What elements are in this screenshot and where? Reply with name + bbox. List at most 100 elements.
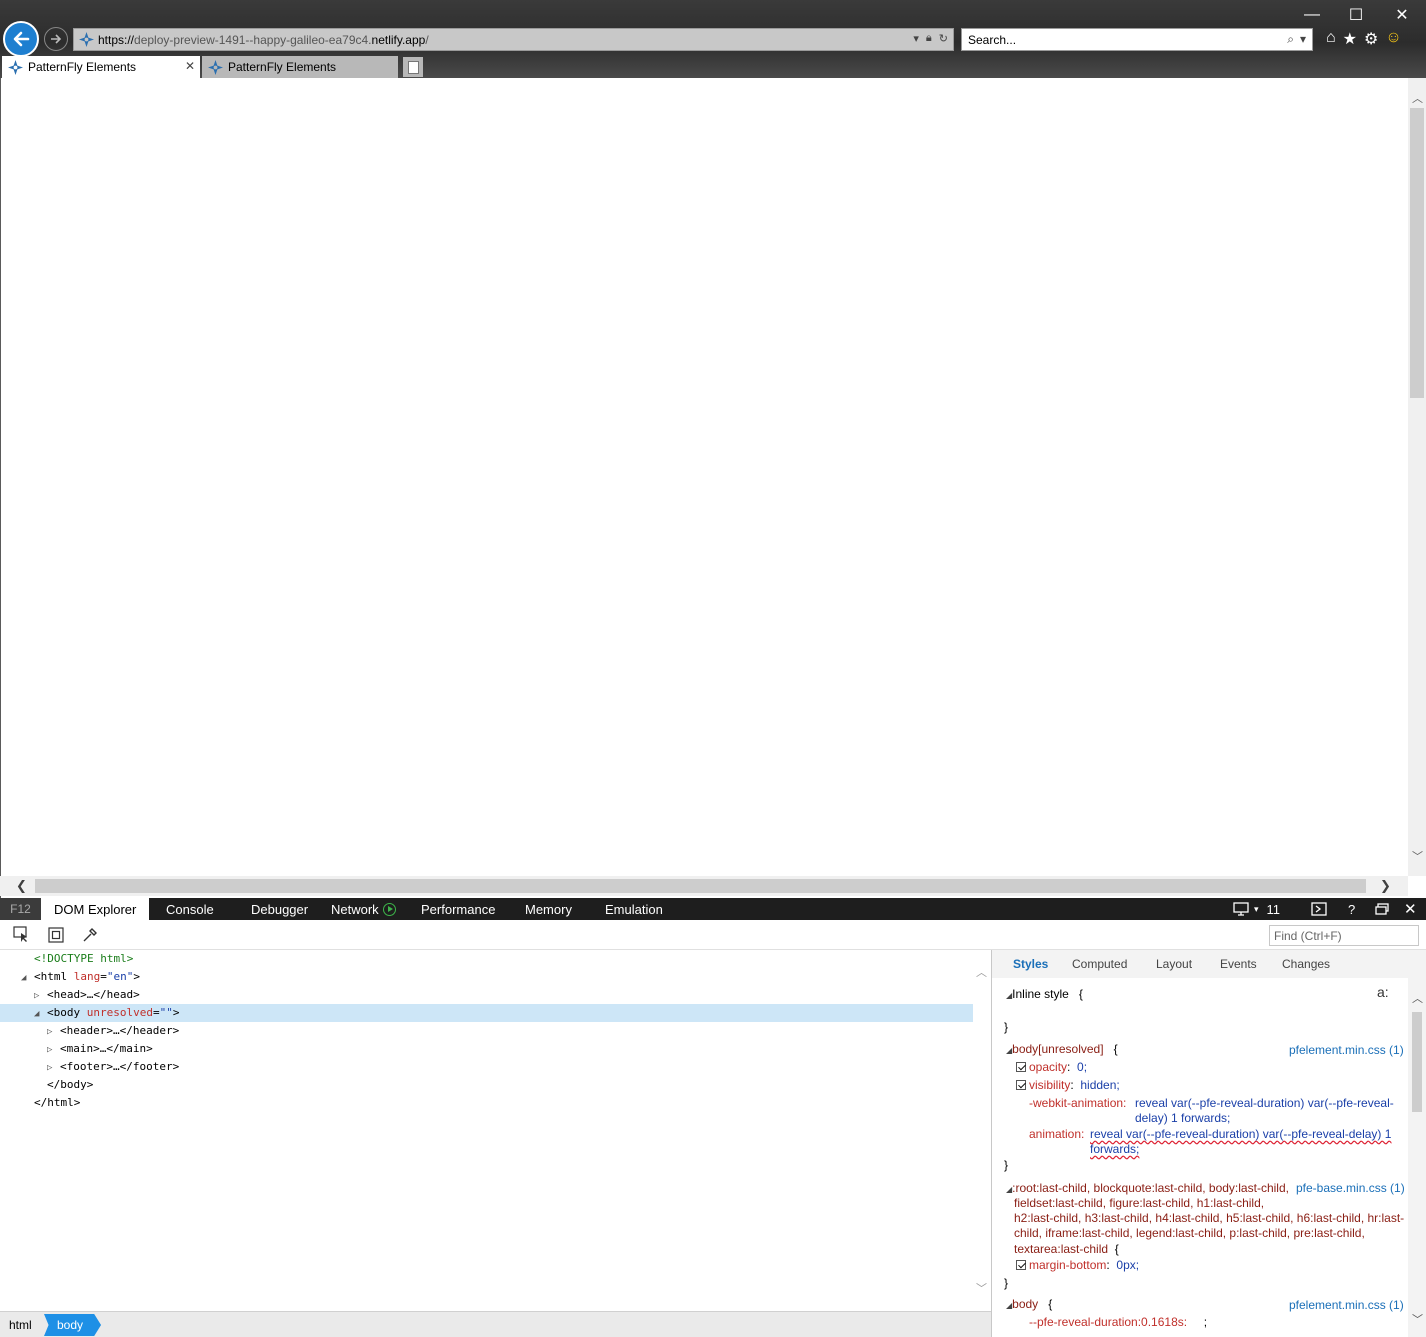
tab-changes[interactable]: Changes: [1282, 957, 1330, 971]
maximize-button[interactable]: ☐: [1334, 0, 1378, 30]
page-viewport[interactable]: [0, 78, 1426, 898]
style-declaration[interactable]: --pfe-reveal-duration:0.1618s: ;: [1029, 1315, 1207, 1330]
expanded-triangle-icon[interactable]: ◢: [34, 1005, 47, 1023]
tab-computed[interactable]: Computed: [1072, 957, 1127, 971]
scroll-right-icon[interactable]: ❯: [1380, 878, 1391, 894]
tab-network[interactable]: Network: [331, 898, 396, 920]
color-picker-icon[interactable]: [81, 926, 99, 944]
forward-button[interactable]: [44, 27, 68, 51]
undock-button[interactable]: [1375, 898, 1389, 920]
scrollbar-thumb[interactable]: [1412, 1012, 1422, 1112]
settings-gear-icon[interactable]: ⚙: [1364, 29, 1378, 49]
search-icon[interactable]: ⌕: [1287, 32, 1294, 47]
style-property[interactable]: -webkit-animation:: [1029, 1096, 1126, 1111]
tab-label: PatternFly Elements: [28, 60, 137, 74]
tab-events[interactable]: Events: [1220, 957, 1257, 971]
dom-node-doctype[interactable]: <!DOCTYPE html>: [34, 950, 133, 968]
tab-memory[interactable]: Memory: [525, 898, 572, 920]
scroll-down-icon[interactable]: ﹀: [1412, 848, 1423, 864]
scroll-left-icon[interactable]: ❮: [16, 878, 27, 894]
dom-node-head[interactable]: ▷ <head>…</head>: [34, 986, 140, 1004]
breadcrumb-body[interactable]: body: [44, 1314, 102, 1336]
back-button[interactable]: [3, 21, 39, 57]
style-value[interactable]: reveal var(--pfe-reveal-duration) var(--…: [1090, 1127, 1391, 1142]
tab-patternfly-elements[interactable]: PatternFly Elements: [202, 56, 398, 78]
rule-source-link[interactable]: pfelement.min.css (1): [1289, 1298, 1404, 1313]
tab-performance[interactable]: Performance: [421, 898, 495, 920]
style-declaration[interactable]: margin-bottom: 0px;: [1016, 1258, 1139, 1273]
tab-emulation[interactable]: Emulation: [605, 898, 663, 920]
dom-node-footer[interactable]: ▷ <footer>…</footer>: [47, 1058, 179, 1076]
console-toggle-button[interactable]: [1311, 898, 1327, 920]
scroll-up-icon[interactable]: ︿: [976, 964, 987, 980]
tab-styles[interactable]: Styles: [1013, 957, 1048, 971]
highlight-element-icon[interactable]: [47, 926, 65, 944]
collapsed-triangle-icon[interactable]: ▷: [47, 1023, 60, 1041]
scrollbar-thumb[interactable]: [35, 879, 1366, 893]
enabled-checkbox[interactable]: [1016, 1080, 1026, 1090]
collapsed-triangle-icon[interactable]: ▷: [47, 1059, 60, 1077]
tab-dom-explorer[interactable]: DOM Explorer: [41, 898, 150, 920]
scrollbar-thumb[interactable]: [1410, 108, 1424, 398]
dom-node-html-close[interactable]: </html>: [34, 1094, 80, 1112]
search-dropdown-icon[interactable]: ▾: [1300, 32, 1306, 47]
style-property[interactable]: animation:: [1029, 1127, 1084, 1142]
dom-node-html[interactable]: ◢ <html lang="en">: [21, 968, 140, 986]
breadcrumb-html[interactable]: html: [9, 1314, 32, 1336]
styles-scrollbar[interactable]: ︿ ﹀: [1408, 978, 1426, 1337]
style-declaration[interactable]: visibility: hidden;: [1016, 1078, 1120, 1093]
home-icon[interactable]: ⌂: [1326, 29, 1336, 49]
close-devtools-icon[interactable]: ✕: [1404, 898, 1417, 920]
style-value[interactable]: reveal var(--pfe-reveal-duration) var(--…: [1135, 1096, 1394, 1111]
style-declaration[interactable]: opacity: 0;: [1016, 1060, 1087, 1075]
inline-style-header[interactable]: ◢Inline style {: [1006, 987, 1083, 1003]
feedback-smiley-icon[interactable]: ☺: [1385, 29, 1401, 49]
scroll-up-icon[interactable]: ︿: [1412, 90, 1423, 106]
help-button[interactable]: ?: [1348, 898, 1355, 920]
select-element-icon[interactable]: [13, 926, 31, 944]
tab-console[interactable]: Console: [166, 898, 214, 920]
tab-label: PatternFly Elements: [228, 60, 337, 74]
enabled-checkbox[interactable]: [1016, 1260, 1026, 1270]
minimize-button[interactable]: —: [1290, 0, 1334, 30]
dom-tree-scrollbar[interactable]: ︿ ﹀: [973, 950, 991, 1310]
close-tab-icon[interactable]: ✕: [185, 59, 195, 73]
document-mode-selector[interactable]: ▾ 11: [1233, 898, 1280, 920]
lock-icon[interactable]: 🔒︎: [926, 32, 932, 45]
enabled-checkbox[interactable]: [1016, 1062, 1026, 1072]
collapsed-triangle-icon[interactable]: ▷: [47, 1041, 60, 1059]
favorites-star-icon[interactable]: ★: [1343, 29, 1357, 49]
rule-body-selector[interactable]: ◢body {: [1006, 1297, 1052, 1313]
rule-source-link[interactable]: pfe-base.min.css (1): [1296, 1181, 1405, 1196]
refresh-icon[interactable]: ↻: [939, 32, 948, 45]
dom-node-main[interactable]: ▷ <main>…</main>: [47, 1040, 153, 1058]
style-value[interactable]: delay) 1 forwards;: [1135, 1111, 1230, 1126]
scroll-down-icon[interactable]: ﹀: [1412, 1311, 1423, 1327]
find-input[interactable]: Find (Ctrl+F): [1269, 925, 1419, 946]
font-toggle-icon[interactable]: a:: [1377, 985, 1389, 1000]
forward-arrow-icon: [51, 34, 62, 44]
expanded-triangle-icon[interactable]: ◢: [21, 969, 34, 987]
search-input[interactable]: Search... ⌕ ▾: [961, 28, 1313, 51]
scroll-down-icon[interactable]: ﹀: [976, 1280, 987, 1296]
dom-node-header[interactable]: ▷ <header>…</header>: [47, 1022, 179, 1040]
dom-explorer-toolbar: Find (Ctrl+F): [0, 920, 1426, 950]
page-horizontal-scrollbar[interactable]: ❮ ❯: [0, 876, 1408, 896]
address-dropdown-icon[interactable]: ▾: [913, 32, 919, 45]
address-bar[interactable]: https://deploy-preview-1491--happy-galil…: [73, 28, 954, 51]
scroll-up-icon[interactable]: ︿: [1412, 990, 1423, 1006]
tab-debugger[interactable]: Debugger: [251, 898, 308, 920]
rule-source-link[interactable]: pfelement.min.css (1): [1289, 1043, 1404, 1058]
rule-last-child-selector[interactable]: ◢:root:last-child, blockquote:last-child…: [1006, 1181, 1289, 1197]
new-tab-button[interactable]: [403, 57, 423, 77]
tab-layout[interactable]: Layout: [1156, 957, 1192, 971]
tab-patternfly-elements-active[interactable]: PatternFly Elements ✕: [2, 56, 200, 78]
close-window-button[interactable]: ✕: [1380, 0, 1424, 30]
collapsed-triangle-icon[interactable]: ▷: [34, 987, 47, 1005]
tab-favicon-icon: [8, 59, 23, 75]
style-value[interactable]: forwards;: [1090, 1142, 1139, 1157]
dom-node-body-close[interactable]: </body>: [47, 1076, 93, 1094]
page-vertical-scrollbar[interactable]: ︿ ﹀: [1408, 78, 1426, 876]
dom-node-body-selected[interactable]: ◢ <body unresolved="">: [0, 1004, 973, 1022]
rule-body-unresolved-selector[interactable]: ◢body[unresolved] {: [1006, 1042, 1118, 1058]
